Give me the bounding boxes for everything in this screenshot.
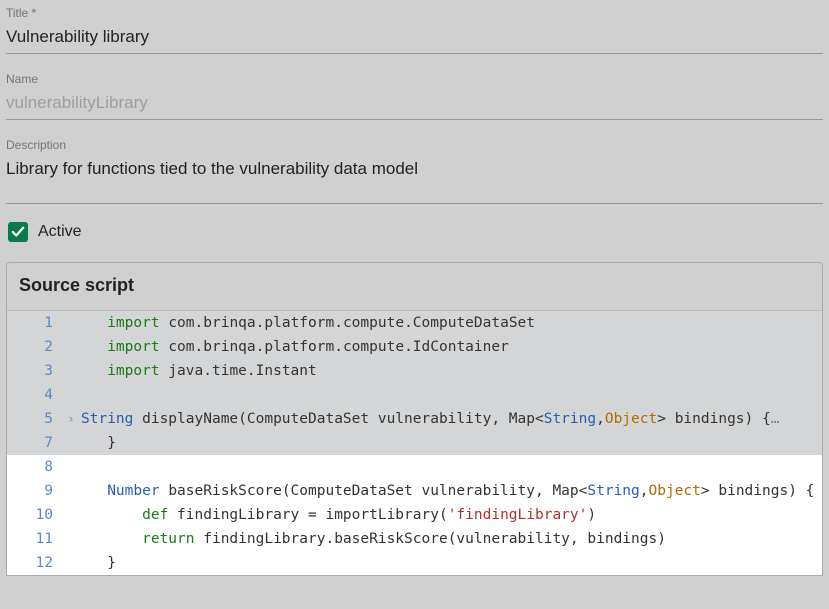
line-number: 4 — [7, 383, 63, 407]
line-number: 12 — [7, 551, 63, 575]
fold-icon — [63, 431, 79, 455]
line-number: 7 — [7, 431, 63, 455]
divider — [6, 203, 823, 204]
line-number: 9 — [7, 479, 63, 503]
code-line[interactable]: 11 return findingLibrary.baseRiskScore(v… — [7, 527, 822, 551]
code-content[interactable] — [79, 455, 822, 479]
description-label: Description — [6, 138, 823, 152]
code-content[interactable]: import com.brinqa.platform.compute.Compu… — [79, 311, 822, 335]
fold-icon — [63, 311, 79, 335]
fold-icon — [63, 527, 79, 551]
title-label: Title * — [6, 6, 823, 20]
fold-icon — [63, 551, 79, 575]
line-number: 10 — [7, 503, 63, 527]
active-label: Active — [38, 223, 82, 241]
code-line[interactable]: 7 } — [7, 431, 822, 455]
code-content[interactable]: Number baseRiskScore(ComputeDataSet vuln… — [79, 479, 822, 503]
title-field: Title * — [6, 6, 823, 54]
code-line[interactable]: 12 } — [7, 551, 822, 575]
code-line[interactable]: 3 import java.time.Instant — [7, 359, 822, 383]
code-content[interactable]: import com.brinqa.platform.compute.IdCon… — [79, 335, 822, 359]
line-number: 2 — [7, 335, 63, 359]
line-number: 8 — [7, 455, 63, 479]
checkbox-checked-icon[interactable] — [8, 222, 28, 242]
code-line[interactable]: 8 — [7, 455, 822, 479]
code-line[interactable]: 4 — [7, 383, 822, 407]
fold-icon — [63, 335, 79, 359]
line-number: 5 — [7, 407, 63, 431]
source-script-header: Source script — [7, 263, 822, 310]
fold-icon — [63, 455, 79, 479]
name-label: Name — [6, 72, 823, 86]
line-number: 1 — [7, 311, 63, 335]
code-line[interactable]: 2 import com.brinqa.platform.compute.IdC… — [7, 335, 822, 359]
code-line[interactable]: 10 def findingLibrary = importLibrary('f… — [7, 503, 822, 527]
line-number: 11 — [7, 527, 63, 551]
fold-icon — [63, 383, 79, 407]
fold-icon — [63, 503, 79, 527]
name-input[interactable] — [6, 90, 823, 120]
code-content[interactable]: } — [79, 551, 822, 575]
code-editor[interactable]: 1 import com.brinqa.platform.compute.Com… — [7, 310, 822, 575]
code-line[interactable]: 9 Number baseRiskScore(ComputeDataSet vu… — [7, 479, 822, 503]
title-input[interactable] — [6, 24, 823, 54]
fold-icon — [63, 479, 79, 503]
code-line[interactable]: 5›String displayName(ComputeDataSet vuln… — [7, 407, 822, 431]
fold-icon — [63, 359, 79, 383]
code-content[interactable]: return findingLibrary.baseRiskScore(vuln… — [79, 527, 822, 551]
code-line[interactable]: 1 import com.brinqa.platform.compute.Com… — [7, 311, 822, 335]
code-content[interactable] — [79, 383, 822, 407]
line-number: 3 — [7, 359, 63, 383]
description-input[interactable]: Library for functions tied to the vulner… — [6, 156, 823, 185]
code-content[interactable]: import java.time.Instant — [79, 359, 822, 383]
description-field: Description Library for functions tied t… — [6, 138, 823, 204]
code-content[interactable]: } — [79, 431, 822, 455]
active-checkbox-row[interactable]: Active — [8, 222, 823, 242]
fold-icon[interactable]: › — [63, 407, 79, 431]
code-content[interactable]: def findingLibrary = importLibrary('find… — [79, 503, 822, 527]
source-script-panel: Source script 1 import com.brinqa.platfo… — [6, 262, 823, 576]
code-content[interactable]: String displayName(ComputeDataSet vulner… — [79, 407, 822, 431]
name-field: Name — [6, 72, 823, 120]
